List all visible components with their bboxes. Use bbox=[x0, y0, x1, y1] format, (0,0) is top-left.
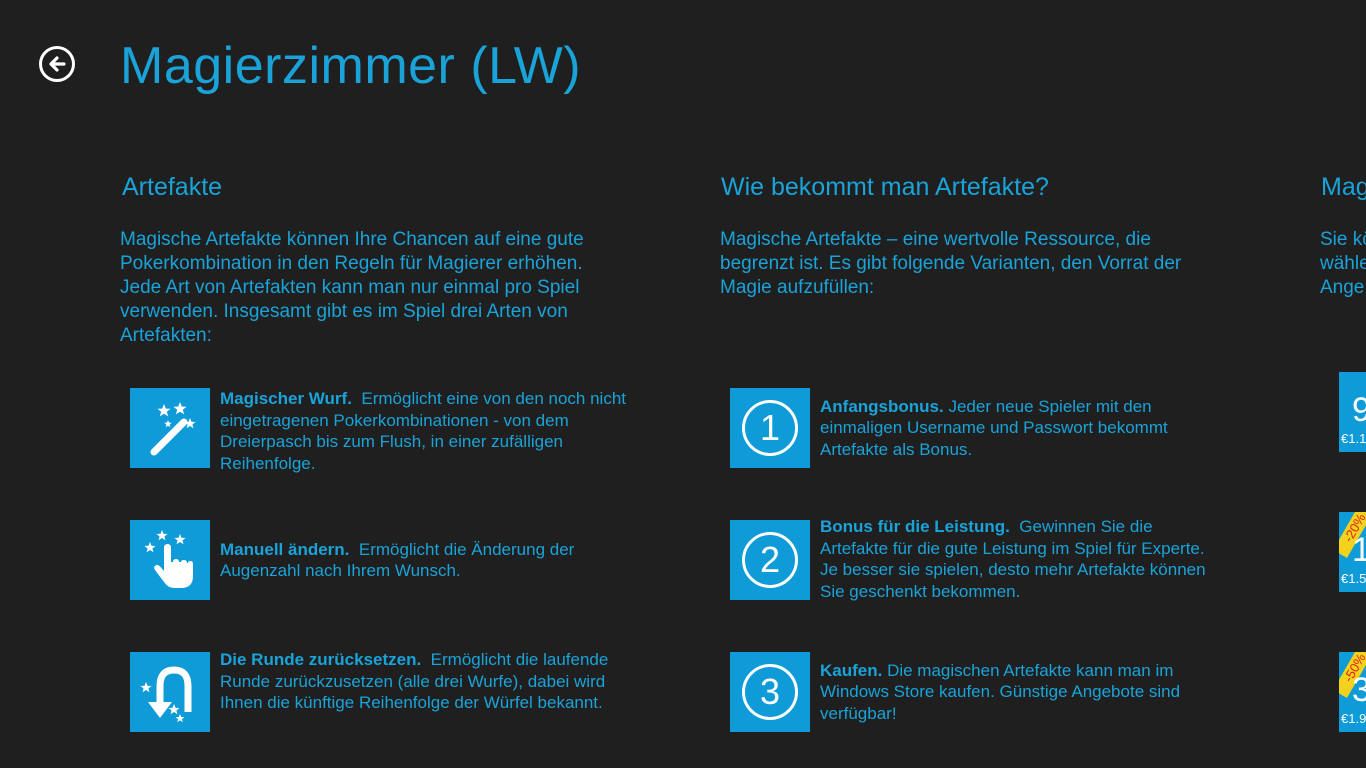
third-section: Mag Sie kö wähle Ange bbox=[1320, 172, 1366, 300]
artefakt-item-text: Magischer Wurf. Ermöglicht eine von den … bbox=[220, 388, 630, 474]
item-title: Magischer Wurf. bbox=[220, 389, 352, 408]
undo-arrow-icon bbox=[140, 666, 192, 723]
wie-item-text: Kaufen. Die magischen Artefakte kann man… bbox=[820, 660, 1210, 725]
artefakt-item-text: Die Runde zurücksetzen. Ermöglicht die l… bbox=[220, 649, 630, 732]
number-three-icon: 3 bbox=[742, 664, 798, 720]
store-offer-amount: 9 bbox=[1352, 391, 1366, 429]
number-two-icon: 2 bbox=[742, 532, 798, 588]
artefakte-intro: Magische Artefakte können Ihre Chancen a… bbox=[120, 229, 584, 346]
hand-tile bbox=[130, 520, 210, 600]
wie-item-text: Anfangsbonus. Jeder neue Spieler mit den… bbox=[820, 396, 1210, 461]
store-offer-amount: 3 bbox=[1352, 671, 1366, 709]
intro-line: Sie kö bbox=[1320, 229, 1366, 250]
back-arrow-icon bbox=[49, 56, 66, 72]
artefakt-item-magischer-wurf: Magischer Wurf. Ermöglicht eine von den … bbox=[130, 388, 630, 474]
item-title: Anfangsbonus. bbox=[820, 396, 944, 416]
wie-item-text: Bonus für die Leistung. Gewinnen Sie die… bbox=[820, 516, 1210, 602]
third-intro: Sie kö wähle Ange bbox=[1320, 228, 1366, 300]
store-offer-price: €1.5 bbox=[1341, 571, 1366, 586]
artefakt-item-runde-zuruecksetzen: Die Runde zurücksetzen. Ermöglicht die l… bbox=[130, 649, 630, 732]
third-heading: Mag bbox=[1321, 173, 1366, 201]
intro-line: Ange bbox=[1320, 277, 1365, 298]
store-offer-tile[interactable]: -50% 3 €1.9 bbox=[1339, 652, 1366, 732]
wie-item-anfangsbonus: 1 Anfangsbonus. Jeder neue Spieler mit d… bbox=[730, 388, 1210, 468]
undo-tile bbox=[130, 652, 210, 732]
number-one-icon: 1 bbox=[742, 400, 798, 456]
wie-section: Wie bekommt man Artefakte? Magische Arte… bbox=[720, 172, 1220, 300]
wie-intro: Magische Artefakte – eine wertvolle Ress… bbox=[720, 229, 1182, 298]
magic-wand-tile bbox=[130, 388, 210, 468]
item-title: Kaufen. bbox=[820, 660, 883, 680]
artefakt-item-manuell-aendern: Manuell ändern. Ermöglicht die Änderung … bbox=[130, 520, 630, 600]
item-title: Bonus für die Leistung. bbox=[820, 517, 1010, 536]
store-offer-tile[interactable]: 9 €1.1 bbox=[1339, 372, 1366, 452]
item-title: Die Runde zurücksetzen. bbox=[220, 650, 422, 669]
store-offer-tile[interactable]: -20% 1 €1.5 bbox=[1339, 512, 1366, 592]
page-title: Magierzimmer (LW) bbox=[120, 37, 582, 95]
artefakte-section: Artefakte Magische Artefakte können Ihre… bbox=[120, 172, 620, 348]
wie-item-kaufen: 3 Kaufen. Die magischen Artefakte kann m… bbox=[730, 652, 1210, 732]
store-offer-price: €1.9 bbox=[1341, 711, 1366, 726]
artefakt-item-text: Manuell ändern. Ermöglicht die Änderung … bbox=[220, 539, 630, 582]
magic-wand-icon bbox=[150, 402, 196, 456]
store-offer-price: €1.1 bbox=[1341, 431, 1366, 446]
artefakte-heading: Artefakte bbox=[122, 173, 223, 201]
intro-line: wähle bbox=[1320, 253, 1366, 274]
number-tile: 3 bbox=[730, 652, 810, 732]
number-tile: 1 bbox=[730, 388, 810, 468]
number-tile: 2 bbox=[730, 520, 810, 600]
hand-pointer-icon bbox=[144, 530, 193, 588]
item-title: Manuell ändern. bbox=[220, 539, 350, 559]
store-offer-amount: 1 bbox=[1352, 531, 1366, 569]
wie-heading: Wie bekommt man Artefakte? bbox=[721, 173, 1049, 201]
wie-item-bonus-leistung: 2 Bonus für die Leistung. Gewinnen Sie d… bbox=[730, 516, 1210, 602]
back-button[interactable] bbox=[39, 46, 75, 82]
